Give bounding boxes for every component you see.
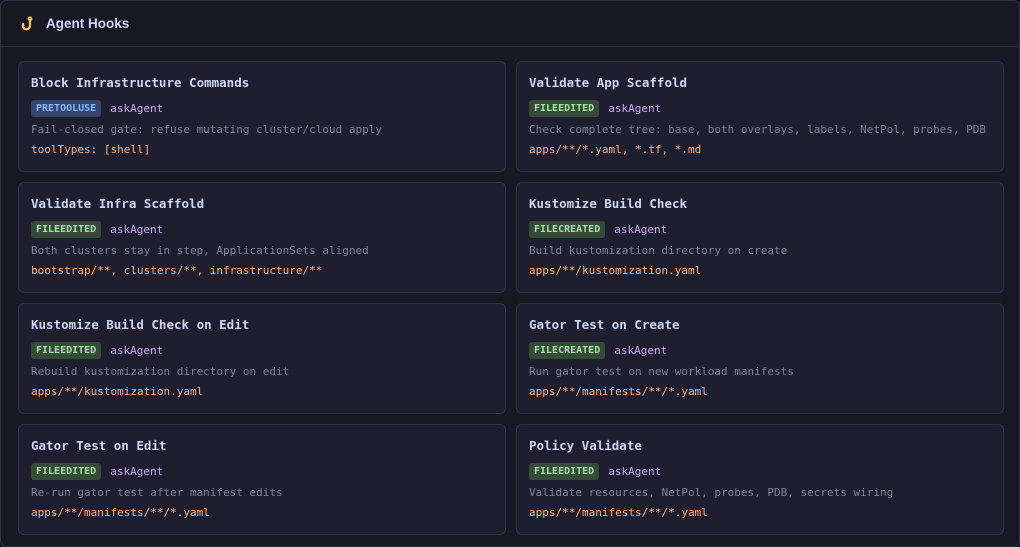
hook-card[interactable]: Validate Infra Scaffold FILEEDITED askAg… bbox=[18, 182, 506, 293]
hook-title: Validate Infra Scaffold bbox=[31, 196, 205, 211]
hook-card[interactable]: Block Infrastructure Commands PRETOOLUSE… bbox=[18, 61, 506, 172]
action-label: askAgent bbox=[110, 343, 164, 357]
hook-description: Build kustomization directory on create bbox=[529, 244, 788, 257]
hook-title: Gator Test on Edit bbox=[31, 438, 167, 453]
hook-meta: FILECREATED askAgent bbox=[529, 341, 991, 359]
event-badge: FILEEDITED bbox=[529, 99, 600, 117]
hook-description: Rebuild kustomization directory on edit bbox=[31, 365, 290, 378]
event-badge: FILEEDITED bbox=[31, 462, 102, 480]
hook-description: Both clusters stay in step, ApplicationS… bbox=[31, 244, 369, 257]
hook-title: Policy Validate bbox=[529, 438, 642, 453]
hook-card[interactable]: Policy Validate FILEEDITED askAgent Vali… bbox=[516, 424, 1004, 535]
hook-description: Re-run gator test after manifest edits bbox=[31, 486, 283, 499]
hook-meta: FILEEDITED askAgent bbox=[31, 462, 493, 480]
action-label: askAgent bbox=[614, 343, 668, 357]
hook-pattern: apps/**/manifests/**/*.yaml bbox=[31, 506, 210, 519]
action-label: askAgent bbox=[110, 101, 164, 115]
hook-meta: FILEEDITED askAgent bbox=[529, 99, 991, 117]
panel-title: Agent Hooks bbox=[46, 16, 130, 31]
hook-meta: FILECREATED askAgent bbox=[529, 220, 991, 238]
hook-pattern: apps/**/manifests/**/*.yaml bbox=[529, 385, 708, 398]
event-badge: FILEEDITED bbox=[529, 462, 600, 480]
action-label: askAgent bbox=[608, 464, 662, 478]
hook-pattern: apps/**/kustomization.yaml bbox=[529, 264, 702, 277]
hook-card[interactable]: Kustomize Build Check on Edit FILEEDITED… bbox=[18, 303, 506, 414]
hook-title: Kustomize Build Check on Edit bbox=[31, 317, 250, 332]
action-label: askAgent bbox=[110, 464, 164, 478]
hook-description: Run gator test on new workload manifests bbox=[529, 365, 794, 378]
hook-pattern: bootstrap/**, clusters/**, infrastructur… bbox=[31, 264, 323, 277]
hook-meta: FILEEDITED askAgent bbox=[31, 220, 493, 238]
hook-card[interactable]: Gator Test on Create FILECREATED askAgen… bbox=[516, 303, 1004, 414]
agent-hooks-panel: Agent Hooks Block Infrastructure Command… bbox=[0, 0, 1020, 547]
hook-meta: FILEEDITED askAgent bbox=[31, 341, 493, 359]
hook-pattern: apps/**/kustomization.yaml bbox=[31, 385, 204, 398]
event-badge: FILECREATED bbox=[529, 341, 606, 359]
event-badge: PRETOOLUSE bbox=[31, 99, 102, 117]
hook-meta: PRETOOLUSE askAgent bbox=[31, 99, 493, 117]
event-badge: FILECREATED bbox=[529, 220, 606, 238]
hook-description: Validate resources, NetPol, probes, PDB,… bbox=[529, 486, 894, 499]
hook-icon bbox=[19, 15, 37, 33]
action-label: askAgent bbox=[614, 222, 668, 236]
hook-pattern: apps/**/manifests/**/*.yaml bbox=[529, 506, 708, 519]
panel-header: Agent Hooks bbox=[1, 1, 1019, 47]
hooks-grid: Block Infrastructure Commands PRETOOLUSE… bbox=[18, 61, 1004, 535]
event-badge: FILEEDITED bbox=[31, 341, 102, 359]
hook-title: Kustomize Build Check bbox=[529, 196, 688, 211]
hook-card[interactable]: Kustomize Build Check FILECREATED askAge… bbox=[516, 182, 1004, 293]
action-label: askAgent bbox=[608, 101, 662, 115]
hook-pattern: toolTypes: [shell] bbox=[31, 143, 151, 156]
hook-pattern: apps/**/*.yaml, *.tf, *.md bbox=[529, 143, 702, 156]
event-badge: FILEEDITED bbox=[31, 220, 102, 238]
action-label: askAgent bbox=[110, 222, 164, 236]
hook-title: Gator Test on Create bbox=[529, 317, 680, 332]
hook-description: Check complete tree: base, both overlays… bbox=[529, 123, 986, 136]
hook-title: Validate App Scaffold bbox=[529, 75, 688, 90]
hook-description: Fail-closed gate: refuse mutating cluste… bbox=[31, 123, 382, 136]
hook-card[interactable]: Validate App Scaffold FILEEDITED askAgen… bbox=[516, 61, 1004, 172]
hook-meta: FILEEDITED askAgent bbox=[529, 462, 991, 480]
hook-card[interactable]: Gator Test on Edit FILEEDITED askAgent R… bbox=[18, 424, 506, 535]
hook-title: Block Infrastructure Commands bbox=[31, 75, 250, 90]
